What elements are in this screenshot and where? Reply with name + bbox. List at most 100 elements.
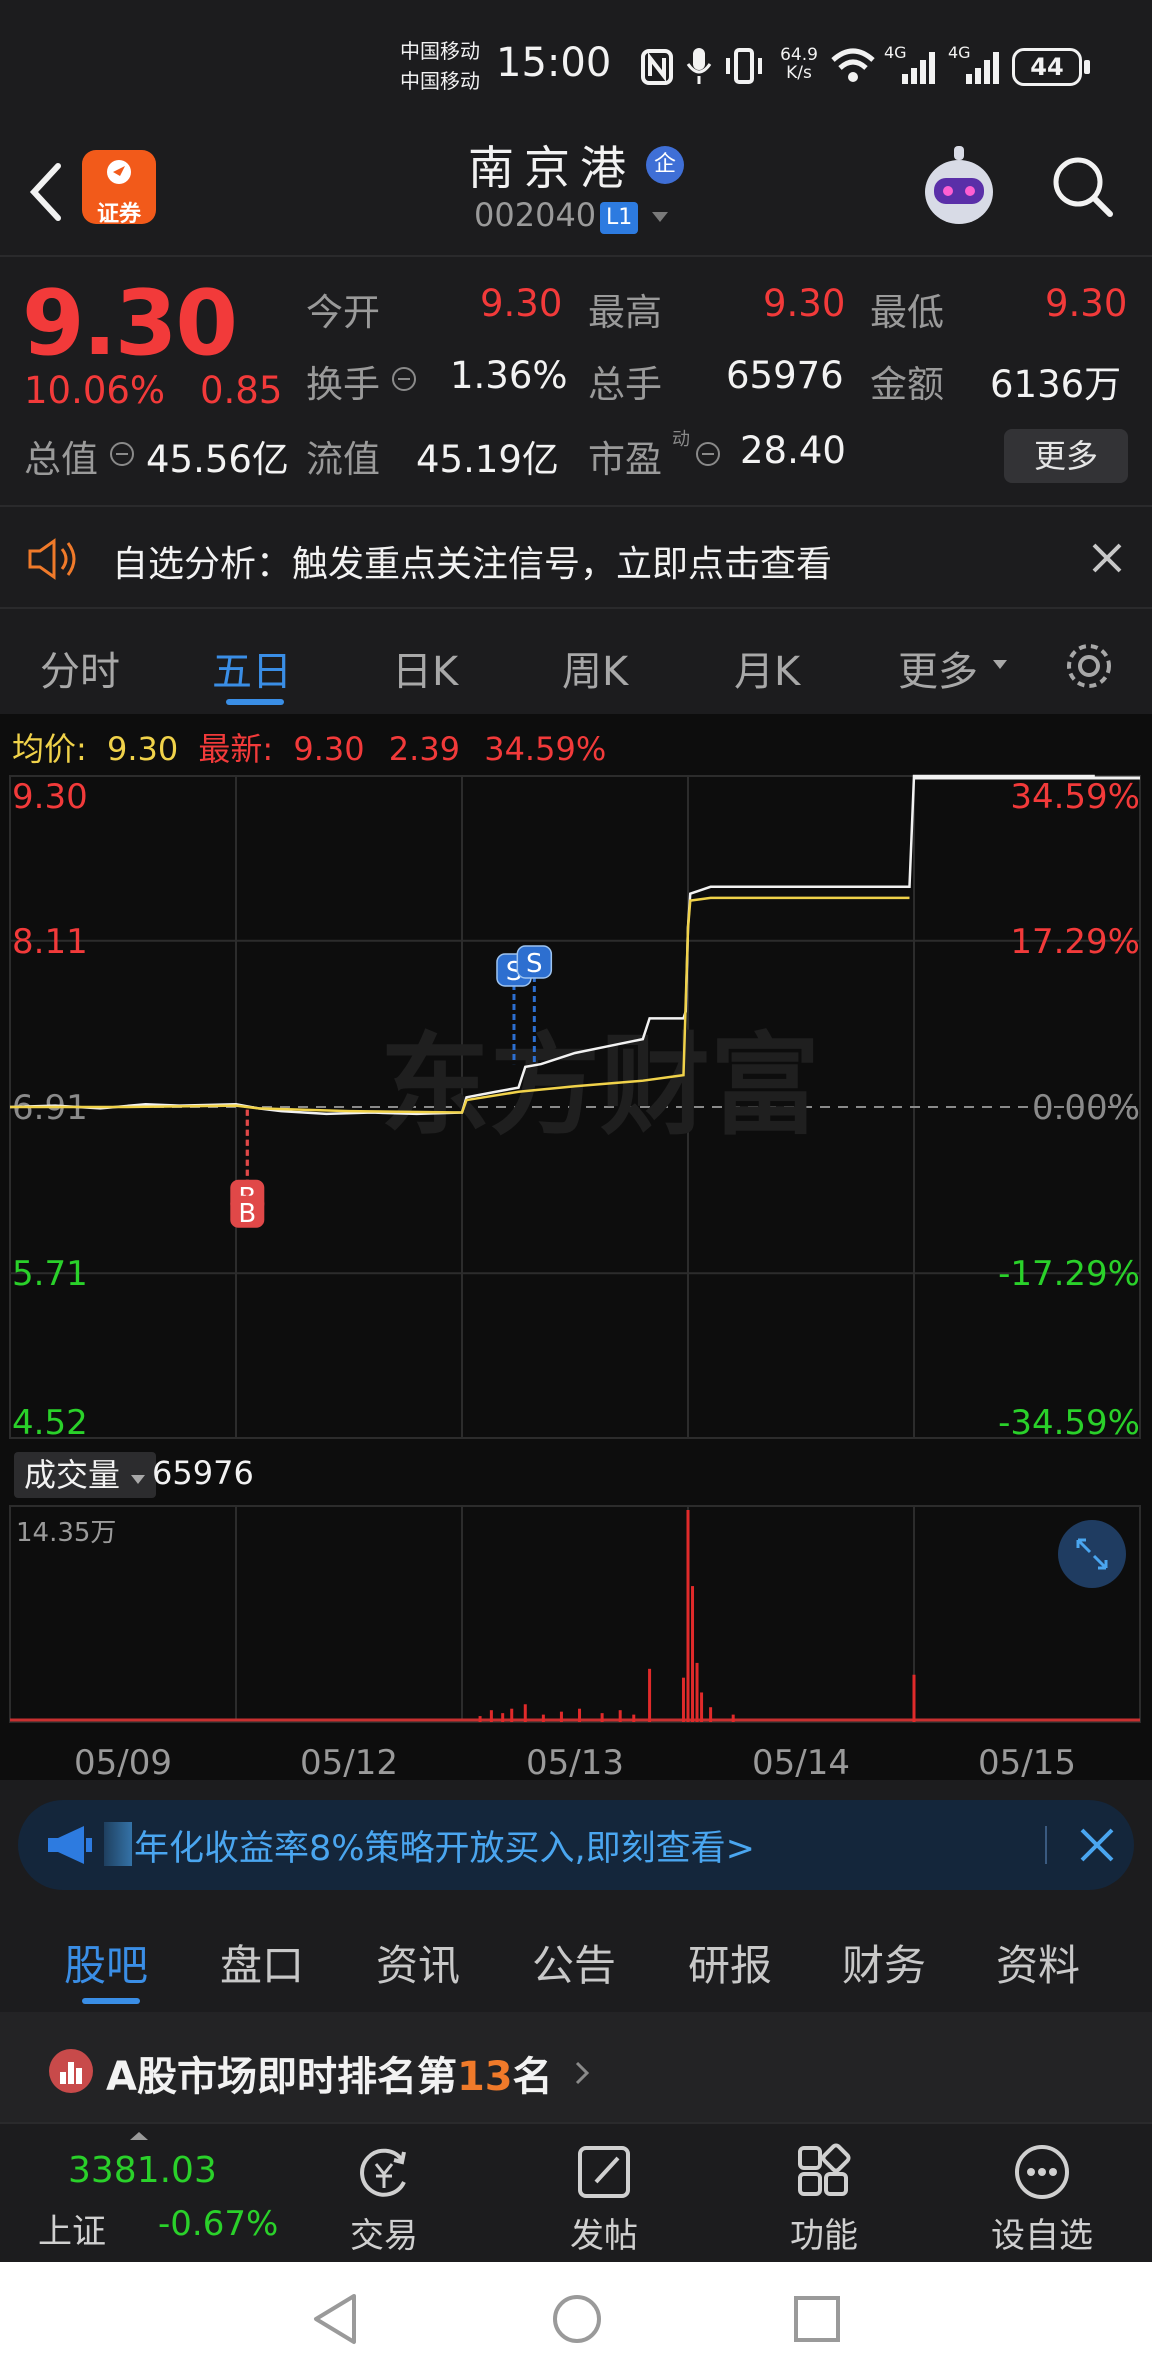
tab-daily-k[interactable]: 日K: [392, 639, 458, 697]
alert-banner[interactable]: 自选分析：触发重点关注信号，立即点击查看: [0, 505, 1152, 609]
add-watchlist-label[interactable]: 设自选: [972, 2208, 1112, 2257]
tab-research[interactable]: 研报: [688, 1932, 772, 1993]
info-icon[interactable]: [694, 440, 722, 468]
back-icon[interactable]: [26, 160, 66, 224]
chart-tabs: 分时 五日 日K 周K 月K 更多: [0, 609, 1152, 714]
more-dots-icon[interactable]: [1012, 2142, 1072, 2202]
tab-forum[interactable]: 股吧: [64, 1932, 148, 1993]
x-tick-label: 05/15: [978, 1743, 1076, 1780]
back-triangle-icon[interactable]: [310, 2292, 360, 2346]
volume-bar: [681, 1677, 685, 1722]
chart-area[interactable]: 均价: 9.30 最新: 9.30 2.39 34.59% 东方财富 9.30 34…: [0, 714, 1152, 1780]
tab-monthly-k[interactable]: 月K: [734, 639, 800, 697]
ad-banner[interactable]: 年化收益率8%策略开放买入,即刻查看>: [18, 1800, 1134, 1890]
y-tick-right: -34.59%: [998, 1403, 1140, 1443]
bottom-nav: 3381.03 上证 -0.67% 交易 发帖 功能 设自选: [0, 2122, 1152, 2262]
volume-bar: [523, 1704, 527, 1722]
grid-function-icon[interactable]: [794, 2142, 854, 2202]
caret-down-icon: [131, 1475, 146, 1484]
volume-bar: [478, 1716, 482, 1722]
high-label: 最高: [588, 291, 662, 334]
signal-1-icon: [902, 52, 935, 84]
battery-indicator: 44: [1012, 48, 1082, 86]
battery-tip: [1084, 60, 1090, 74]
recents-square-icon[interactable]: [792, 2294, 842, 2344]
tab-more[interactable]: 更多: [898, 639, 978, 697]
volume-selector[interactable]: 成交量: [14, 1452, 157, 1498]
tab-order-book[interactable]: 盘口: [220, 1932, 304, 1993]
y-tick-right: 17.29%: [1010, 922, 1140, 962]
tab-financials[interactable]: 财务: [842, 1932, 926, 1993]
stock-header: 证券 南京港 企 002040 L1: [0, 130, 1152, 255]
tab-announcements[interactable]: 公告: [532, 1932, 616, 1993]
close-icon[interactable]: [1090, 541, 1124, 575]
x-tick-label: 05/14: [752, 1743, 850, 1780]
trade-label[interactable]: 交易: [314, 2208, 454, 2257]
tab-news[interactable]: 资讯: [376, 1932, 460, 1993]
speaker-icon: [28, 538, 76, 580]
logo-mark-icon: [107, 160, 131, 184]
volume-value: 65976: [726, 354, 844, 397]
float-value: 45.19亿: [416, 438, 559, 481]
function-label[interactable]: 功能: [754, 2208, 894, 2257]
five-day-chart[interactable]: 东方财富9.30 34.59%8.11 17.29%6.91 0.00%5.71 -17…: [0, 714, 1152, 1780]
search-icon[interactable]: [1050, 154, 1116, 220]
x-tick-label: 05/13: [526, 1743, 624, 1780]
open-label: 今开: [306, 291, 380, 334]
amount-value: 6136万: [990, 363, 1122, 406]
y-tick-left: 8.11: [12, 922, 88, 962]
index-value[interactable]: 3381.03: [68, 2150, 217, 2191]
post-label[interactable]: 发帖: [534, 2208, 674, 2257]
home-circle-icon[interactable]: [550, 2292, 604, 2346]
post-icon[interactable]: [574, 2142, 634, 2202]
info-icon[interactable]: [108, 440, 136, 468]
volume-bar: [912, 1674, 916, 1722]
buy-marker-label: B: [238, 1199, 256, 1229]
rank-row[interactable]: A股市场即时排名第13名: [0, 2012, 1152, 2122]
pe-value: 28.40: [740, 429, 846, 472]
volume-bar: [489, 1710, 493, 1722]
rank-text: A股市场即时排名第13名: [106, 2044, 553, 2102]
broker-logo[interactable]: 证券: [82, 150, 156, 227]
y-tick-right: 0.00%: [1032, 1088, 1140, 1128]
low-label: 最低: [870, 291, 944, 334]
tab-five-day[interactable]: 五日: [212, 639, 292, 697]
settings-gear-icon[interactable]: [1062, 639, 1116, 693]
volume-bar: [618, 1710, 622, 1722]
expand-icon[interactable]: [1056, 1518, 1128, 1590]
volume-bar: [510, 1708, 514, 1722]
status-bar: 中国移动 中国移动 15:00 64.9 K/s 4G 4G 44: [0, 0, 1152, 130]
volume-bar: [695, 1662, 699, 1722]
rank-prefix: A股市场即时排名第: [106, 2054, 457, 2100]
trade-icon[interactable]: [354, 2142, 414, 2202]
volume-bar: [501, 1713, 505, 1722]
y-tick-left: 4.52: [12, 1403, 88, 1443]
nfc-icon: [641, 49, 673, 85]
robot-assistant-icon[interactable]: [916, 142, 1002, 230]
change-percent: 10.06%: [24, 369, 166, 412]
carrier-1: 中国移动: [400, 39, 480, 63]
pe-superscript: 动: [672, 429, 690, 450]
turnover-value: 1.36%: [450, 354, 568, 397]
volume-bar: [541, 1714, 545, 1722]
volume-bar: [691, 1586, 695, 1722]
tab-weekly-k[interactable]: 周K: [562, 639, 628, 697]
index-name[interactable]: 上证: [38, 2204, 106, 2253]
chevron-down-icon[interactable]: [650, 210, 670, 224]
carrier-2: 中国移动: [400, 69, 480, 93]
tab-profile[interactable]: 资料: [996, 1932, 1080, 1993]
signal-2-icon: [966, 52, 999, 84]
y-tick-left: 5.71: [12, 1254, 88, 1294]
close-icon[interactable]: [1078, 1826, 1116, 1864]
mktcap-value: 45.56亿: [146, 438, 289, 481]
volume-bar: [632, 1714, 636, 1722]
info-icon[interactable]: [390, 365, 418, 393]
rank-number: 13: [456, 2054, 513, 2100]
more-button[interactable]: 更多: [1004, 429, 1128, 483]
net-speed: 64.9 K/s: [780, 45, 818, 83]
y-tick-right: 34.59%: [1010, 777, 1140, 817]
tab-intraday[interactable]: 分时: [40, 639, 120, 697]
index-change[interactable]: -0.67%: [158, 2204, 278, 2244]
microphone-icon: [686, 48, 712, 84]
pe-label: 市盈: [588, 438, 662, 481]
